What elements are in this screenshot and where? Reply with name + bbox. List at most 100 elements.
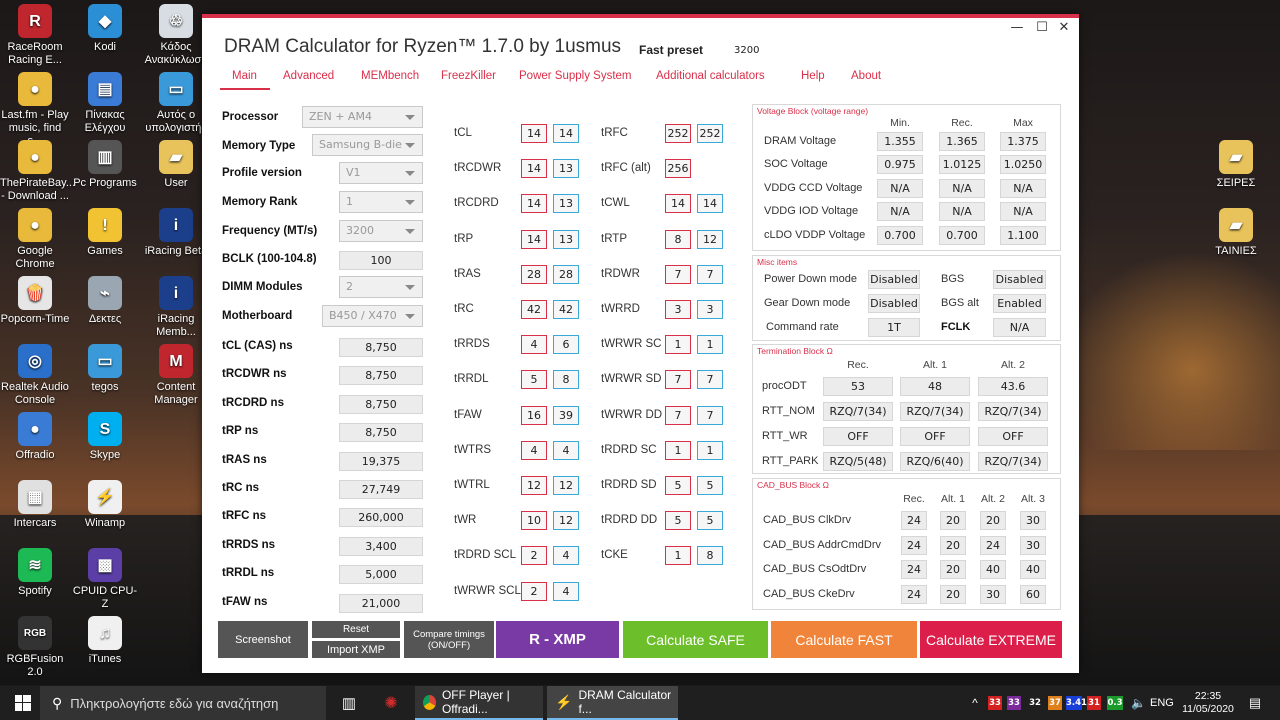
taskbar-pinned-app[interactable]: ✺ — [378, 686, 404, 720]
timing-primary-value[interactable]: 1 — [665, 440, 691, 460]
timing-secondary-value[interactable]: 4 — [553, 440, 579, 460]
desktop-shortcut[interactable]: ▤ Πίνακας Ελέγχου — [70, 72, 140, 135]
desktop-shortcut[interactable]: M Content Manager — [141, 344, 211, 407]
timing-primary-value[interactable]: 14 — [521, 229, 547, 249]
timing-secondary-value[interactable]: 4 — [553, 581, 579, 601]
desktop-shortcut[interactable]: ●Last.fm - Play music, find s... — [0, 72, 70, 148]
taskbar-app-offplayer[interactable]: OFF Player | Offradi... — [415, 686, 543, 720]
close-button[interactable]: ✕ — [1053, 20, 1075, 35]
desktop-shortcut[interactable]: ▥ Pc Programs — [70, 140, 140, 190]
motherboard-select[interactable]: B450 / X470 — [322, 305, 423, 327]
timing-primary-value[interactable]: 28 — [521, 264, 547, 284]
clock[interactable]: 22:35 11/05/2020 — [1176, 686, 1240, 720]
timing-primary-value[interactable]: 252 — [665, 124, 691, 143]
timing-primary-value[interactable]: 7 — [665, 264, 691, 284]
desktop-shortcut[interactable]: i iRacing Memb... — [141, 276, 211, 339]
timing-primary-value[interactable]: 4 — [521, 440, 547, 460]
calculate-safe-button[interactable]: Calculate SAFE — [623, 621, 768, 658]
import-xmp-button[interactable]: Import XMP — [312, 641, 400, 658]
screenshot-button[interactable]: Screenshot — [218, 621, 308, 658]
timing-primary-value[interactable]: 5 — [665, 511, 691, 531]
timing-secondary-value[interactable]: 39 — [553, 405, 579, 425]
timing-primary-value[interactable]: 42 — [521, 300, 547, 319]
compare-timings-button[interactable]: Compare timings (ON/OFF) — [404, 621, 494, 658]
search-box[interactable]: ⚲ Πληκτρολογήστε εδώ για αναζήτηση — [40, 686, 326, 720]
timing-primary-value[interactable]: 256 — [665, 159, 691, 179]
desktop-shortcut[interactable]: ⌁ Δεκτες — [70, 276, 140, 326]
timing-secondary-value[interactable]: 13 — [553, 229, 579, 249]
language-indicator[interactable]: ENG — [1150, 686, 1174, 720]
desktop-shortcut[interactable]: ▭ tegos — [70, 344, 140, 394]
timing-secondary-value[interactable]: 13 — [553, 194, 579, 214]
timing-primary-value[interactable]: 2 — [521, 581, 547, 601]
desktop-shortcut[interactable]: 🍿 Popcorn-Time — [0, 276, 70, 326]
desktop-shortcut[interactable]: RGB RGBFusion 2.0 — [0, 616, 70, 679]
memory-rank-select[interactable]: 1 — [339, 191, 423, 213]
timing-primary-value[interactable]: 14 — [521, 159, 547, 179]
desktop-shortcut[interactable]: ● Google Chrome — [0, 208, 70, 271]
minimize-button[interactable]: — — [1006, 20, 1028, 35]
desktop-shortcut[interactable]: S Skype — [70, 412, 140, 462]
timing-primary-value[interactable]: 12 — [521, 476, 547, 495]
timing-secondary-value[interactable]: 13 — [553, 159, 579, 179]
desktop-shortcut[interactable]: R RaceRoom Racing E... — [0, 4, 70, 67]
timing-primary-value[interactable]: 16 — [521, 405, 547, 425]
tab-membench[interactable]: MEMbench — [361, 70, 419, 82]
timing-secondary-value[interactable]: 5 — [697, 511, 723, 531]
timing-secondary-value[interactable]: 7 — [697, 405, 723, 425]
tab-main[interactable]: Main — [232, 70, 257, 82]
task-view-button[interactable]: ▥ — [336, 686, 362, 720]
reset-button[interactable]: Reset — [312, 621, 400, 638]
calculate-extreme-button[interactable]: Calculate EXTREME — [920, 621, 1062, 658]
desktop-shortcut[interactable]: ▰ ΣΕΙΡΕΣ — [1201, 140, 1271, 190]
timing-secondary-value[interactable]: 252 — [697, 124, 723, 143]
timing-secondary-value[interactable]: 42 — [553, 300, 579, 319]
timing-secondary-value[interactable]: 8 — [697, 546, 723, 566]
desktop-shortcut[interactable]: ▰ User — [141, 140, 211, 190]
timing-primary-value[interactable]: 14 — [521, 194, 547, 214]
frequency-select[interactable]: 3200 — [339, 220, 423, 242]
processor-select[interactable]: ZEN + AM4 — [302, 106, 423, 128]
timing-primary-value[interactable]: 1 — [665, 335, 691, 355]
timing-primary-value[interactable]: 2 — [521, 546, 547, 566]
timing-secondary-value[interactable]: 5 — [697, 476, 723, 495]
tray-monitor-icon[interactable]: 3.41 — [1066, 696, 1087, 710]
timing-primary-value[interactable]: 7 — [665, 405, 691, 425]
r-xmp-button[interactable]: R - XMP — [496, 621, 619, 658]
desktop-shortcut[interactable]: ♲ Κάδος Ανακύκλωση — [141, 4, 211, 67]
tray-monitor-icon[interactable]: 31 — [1087, 696, 1101, 710]
timing-primary-value[interactable]: 1 — [665, 546, 691, 566]
timing-secondary-value[interactable]: 1 — [697, 335, 723, 355]
tab-additional-calculators[interactable]: Additional calculators — [656, 70, 765, 82]
timing-secondary-value[interactable]: 8 — [553, 370, 579, 390]
notifications-button[interactable]: ▤ — [1244, 686, 1266, 720]
timing-secondary-value[interactable]: 14 — [697, 194, 723, 214]
timing-secondary-value[interactable]: 4 — [553, 546, 579, 566]
desktop-shortcut[interactable]: ! Games — [70, 208, 140, 258]
tab-power-supply-system[interactable]: Power Supply System — [519, 70, 632, 82]
desktop-shortcut[interactable]: ≋ Spotify — [0, 548, 70, 598]
calculate-fast-button[interactable]: Calculate FAST — [771, 621, 917, 658]
timing-secondary-value[interactable]: 7 — [697, 264, 723, 284]
desktop-shortcut[interactable]: ⚡ Winamp — [70, 480, 140, 530]
timing-primary-value[interactable]: 5 — [665, 476, 691, 495]
tab-help[interactable]: Help — [801, 70, 825, 82]
memory-type-select[interactable]: Samsung B-die — [312, 134, 423, 156]
timing-secondary-value[interactable]: 12 — [697, 229, 723, 249]
taskbar-app-dram-calculator[interactable]: ⚡ DRAM Calculator f... — [547, 686, 678, 720]
timing-secondary-value[interactable]: 7 — [697, 370, 723, 390]
timing-primary-value[interactable]: 3 — [665, 300, 691, 319]
dimm-modules-select[interactable]: 2 — [339, 276, 423, 298]
desktop-shortcut[interactable]: ● Offradio — [0, 412, 70, 462]
timing-primary-value[interactable]: 10 — [521, 511, 547, 531]
timing-secondary-value[interactable]: 14 — [553, 124, 579, 143]
timing-primary-value[interactable]: 5 — [521, 370, 547, 390]
timing-secondary-value[interactable]: 12 — [553, 476, 579, 495]
desktop-shortcut[interactable]: i iRacing Beta — [141, 208, 211, 258]
start-button[interactable] — [12, 686, 34, 720]
profile-version-select[interactable]: V1 — [339, 162, 423, 184]
desktop-shortcut[interactable]: ▦ Intercars — [0, 480, 70, 530]
timing-secondary-value[interactable]: 3 — [697, 300, 723, 319]
desktop-shortcut[interactable]: ◆ Kodi — [70, 4, 140, 54]
timing-primary-value[interactable]: 7 — [665, 370, 691, 390]
